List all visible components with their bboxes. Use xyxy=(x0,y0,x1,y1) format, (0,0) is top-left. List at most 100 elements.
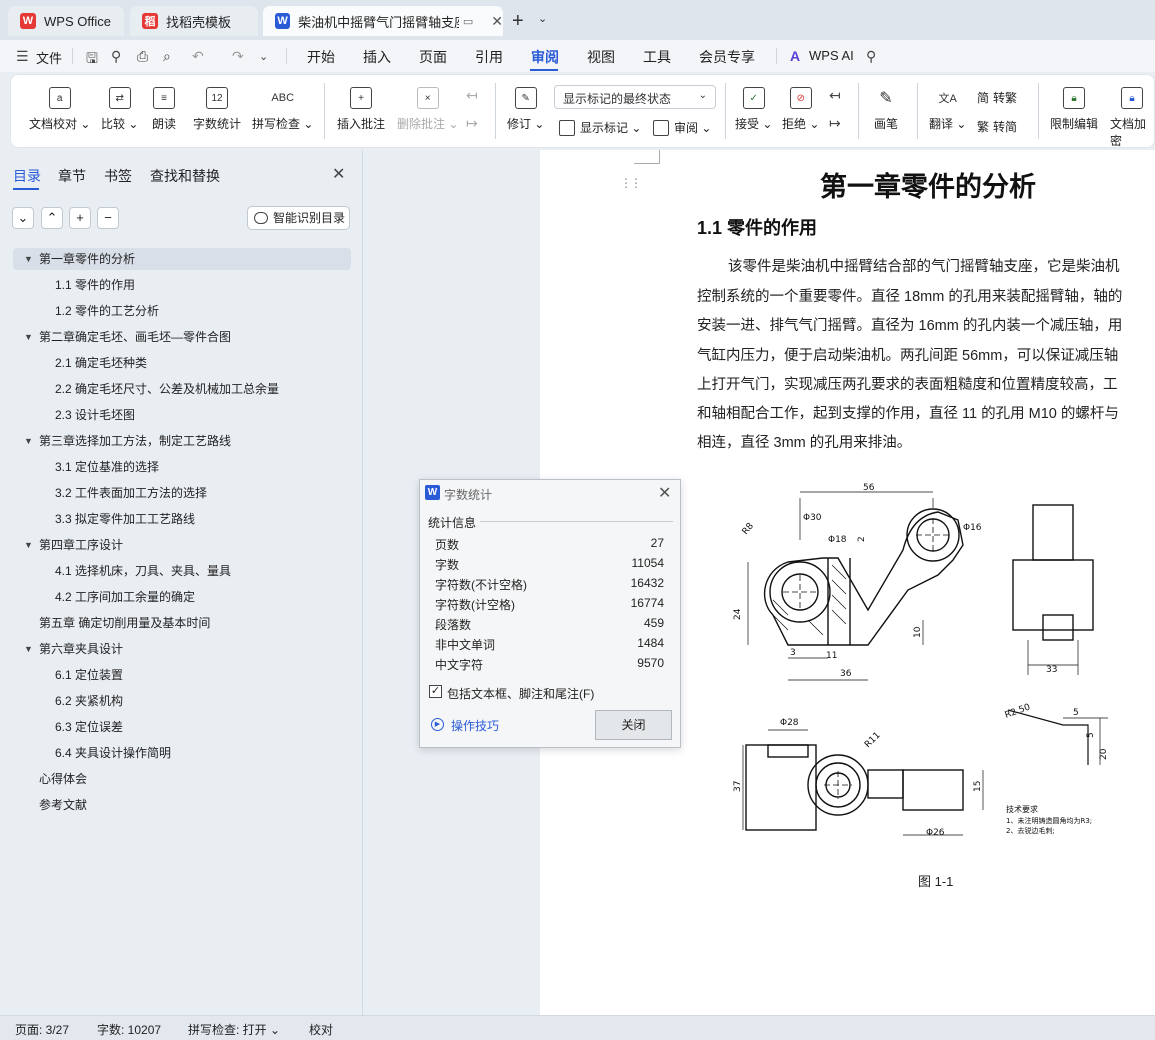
search-icon[interactable]: ⚲ xyxy=(866,48,876,65)
expand-arrow-icon[interactable]: ▼ xyxy=(24,436,33,446)
prev-comment-icon[interactable]: ↤ xyxy=(466,87,478,104)
toc-item[interactable]: 6.2 夹紧机构 xyxy=(55,690,123,712)
tab-sections[interactable]: 章节 xyxy=(58,166,86,186)
expand-arrow-icon[interactable]: ▼ xyxy=(24,254,33,264)
divider xyxy=(72,48,73,64)
prev-change-icon[interactable]: ↤ xyxy=(829,87,841,104)
include-checkbox-label[interactable]: 包括文本框、脚注和尾注(F) xyxy=(447,685,594,702)
toc-item[interactable]: 第一章零件的分析 xyxy=(13,248,351,270)
toc-item[interactable]: 6.1 定位装置 xyxy=(55,664,123,686)
proof-indicator[interactable]: 校对 xyxy=(309,1021,333,1038)
print-preview-icon[interactable]: ⌕ xyxy=(163,48,171,65)
expand-all-button[interactable]: ⌄ xyxy=(12,207,34,229)
show-markup-button[interactable]: 显示标记 ⌄ xyxy=(559,119,641,136)
toc-item[interactable]: 6.3 定位误差 xyxy=(55,716,123,738)
menu-file[interactable]: 文件 xyxy=(36,48,62,67)
menu-wps-ai[interactable]: WPS AI xyxy=(809,48,854,63)
close-icon[interactable]: ✕ xyxy=(491,13,503,30)
translate-button[interactable]: 文A 翻译 ⌄ xyxy=(929,87,966,132)
toc-item[interactable]: 3.1 定位基准的选择 xyxy=(55,456,159,478)
tab-wps-office[interactable]: W WPS Office xyxy=(8,6,124,36)
toc-item[interactable]: 2.3 设计毛坯图 xyxy=(55,404,135,426)
close-icon[interactable]: ✕ xyxy=(332,164,345,184)
toc-item[interactable]: 2.1 确定毛坯种类 xyxy=(55,352,147,374)
toc-item[interactable]: 6.4 夹具设计操作简明 xyxy=(55,742,171,764)
tab-document[interactable]: W 柴油机中摇臂气门摇臂轴支座 ▭ ✕ xyxy=(263,6,503,36)
to-traditional-button[interactable]: 简 转繁 xyxy=(977,89,1017,106)
print-icon[interactable]: ⎙ xyxy=(137,48,148,65)
toc-item[interactable]: 3.3 拟定零件加工工艺路线 xyxy=(55,508,195,530)
toc-item[interactable]: 第二章确定毛坯、画毛坯—零件合图 xyxy=(39,326,231,348)
tab-bookmarks[interactable]: 书签 xyxy=(104,166,132,186)
read-aloud-button[interactable]: ≡ 朗读 xyxy=(152,87,176,132)
save-icon[interactable]: 🖫 xyxy=(86,48,98,72)
restrict-edit-button[interactable]: 🔒︎ 限制编辑 xyxy=(1050,87,1098,132)
close-button[interactable]: 关闭 xyxy=(595,710,672,740)
menu-review[interactable]: 审阅 xyxy=(531,47,559,67)
toc-item[interactable]: 3.2 工件表面加工方法的选择 xyxy=(55,482,207,504)
undo-icon[interactable]: ↶ xyxy=(192,48,204,65)
menu-tools[interactable]: 工具 xyxy=(643,47,671,67)
add-tab-icon[interactable]: + xyxy=(512,10,524,33)
remove-heading-button[interactable]: − xyxy=(97,207,119,229)
pen-button[interactable]: ✎ 画笔 xyxy=(874,87,898,132)
accept-button[interactable]: ✓ 接受 ⌄ xyxy=(735,87,772,132)
collapse-all-button[interactable]: ⌃ xyxy=(41,207,63,229)
expand-arrow-icon[interactable]: ▼ xyxy=(24,332,33,342)
delete-comment-button[interactable]: × 删除批注 ⌄ xyxy=(397,87,458,132)
toc-item[interactable]: 1.1 零件的作用 xyxy=(55,274,135,296)
add-heading-button[interactable]: + xyxy=(69,207,91,229)
menu-references[interactable]: 引用 xyxy=(475,47,503,67)
tips-link[interactable]: 操作技巧 xyxy=(451,717,499,734)
next-comment-icon[interactable]: ↦ xyxy=(466,115,478,132)
spell-check-indicator[interactable]: 拼写检查: 打开 ⌄ xyxy=(188,1021,280,1038)
chevron-down-icon[interactable]: ⌄ xyxy=(538,12,547,25)
reject-button[interactable]: ⊘ 拒绝 ⌄ xyxy=(782,87,819,132)
button-label: 字数统计 xyxy=(193,117,242,131)
revise-button[interactable]: ✎ 修订 ⌄ xyxy=(507,87,544,132)
word-count-button[interactable]: 12 字数统计 xyxy=(193,87,241,132)
toc-item[interactable]: 4.1 选择机床，刀具、夹具、量具 xyxy=(55,560,231,582)
next-change-icon[interactable]: ↦ xyxy=(829,115,841,132)
to-simplified-button[interactable]: 繁 转简 xyxy=(977,118,1017,135)
doc-encrypt-button[interactable]: 🔒︎ 文档加密 xyxy=(1110,87,1154,149)
toc-item[interactable]: 第六章夹具设计 xyxy=(39,638,123,660)
link-icon[interactable]: ⚲ xyxy=(111,48,121,65)
toc-item[interactable]: 1.2 零件的工艺分析 xyxy=(55,300,159,322)
toc-item[interactable]: 第五章 确定切削用量及基本时间 xyxy=(39,612,210,634)
compare-button[interactable]: ⇄ 比较 ⌄ xyxy=(101,87,138,132)
tab-find-replace[interactable]: 查找和替换 xyxy=(150,166,220,186)
hamburger-icon[interactable]: ☰ xyxy=(16,48,29,65)
close-icon[interactable]: ✕ xyxy=(658,483,671,503)
expand-arrow-icon[interactable]: ▼ xyxy=(24,644,33,654)
menu-member[interactable]: 会员专享 xyxy=(699,47,755,67)
toc-item[interactable]: 第四章工序设计 xyxy=(39,534,123,556)
menu-view[interactable]: 视图 xyxy=(587,47,615,67)
menu-page[interactable]: 页面 xyxy=(419,47,447,67)
tab-toc[interactable]: 目录 xyxy=(13,166,41,186)
toc-item[interactable]: 参考文献 xyxy=(39,794,87,816)
toc-item[interactable]: 心得体会 xyxy=(39,768,87,790)
include-checkbox[interactable]: ✓ xyxy=(429,685,442,698)
tab-template[interactable]: 稻 找稻壳模板 xyxy=(130,6,258,36)
word-count-indicator[interactable]: 字数: 10207 xyxy=(97,1021,161,1038)
doc-proof-button[interactable]: a 文档校对 ⌄ xyxy=(29,87,90,132)
menu-home[interactable]: 开始 xyxy=(307,47,335,67)
redo-icon[interactable]: ↷ xyxy=(232,48,244,65)
button-label: 文档加密 xyxy=(1110,117,1147,148)
toc-item[interactable]: 4.2 工序间加工余量的确定 xyxy=(55,586,195,608)
expand-arrow-icon[interactable]: ▼ xyxy=(24,540,33,550)
chevron-down-icon[interactable]: ⌄ xyxy=(259,50,268,63)
toc-item[interactable]: 第三章选择加工方法，制定工艺路线 xyxy=(39,430,231,452)
markup-state-select[interactable]: 显示标记的最终状态 ⌄ xyxy=(554,85,716,109)
toc-item[interactable]: 2.2 确定毛坯尺寸、公差及机械加工总余量 xyxy=(55,378,279,400)
tab-label: 柴油机中摇臂气门摇臂轴支座 xyxy=(298,14,459,30)
smart-toc-button[interactable]: 智能识别目录 xyxy=(247,206,350,230)
review-pane-button[interactable]: 审阅 ⌄ xyxy=(653,119,711,136)
divider xyxy=(286,48,287,64)
page-indicator[interactable]: 页面: 3/27 xyxy=(15,1021,69,1038)
spell-check-button[interactable]: ABC 拼写检查 ⌄ xyxy=(252,87,313,132)
menu-insert[interactable]: 插入 xyxy=(363,47,391,67)
drag-handle-icon[interactable]: ⋮⋮ xyxy=(620,176,642,190)
insert-comment-button[interactable]: + 插入批注 xyxy=(337,87,385,132)
